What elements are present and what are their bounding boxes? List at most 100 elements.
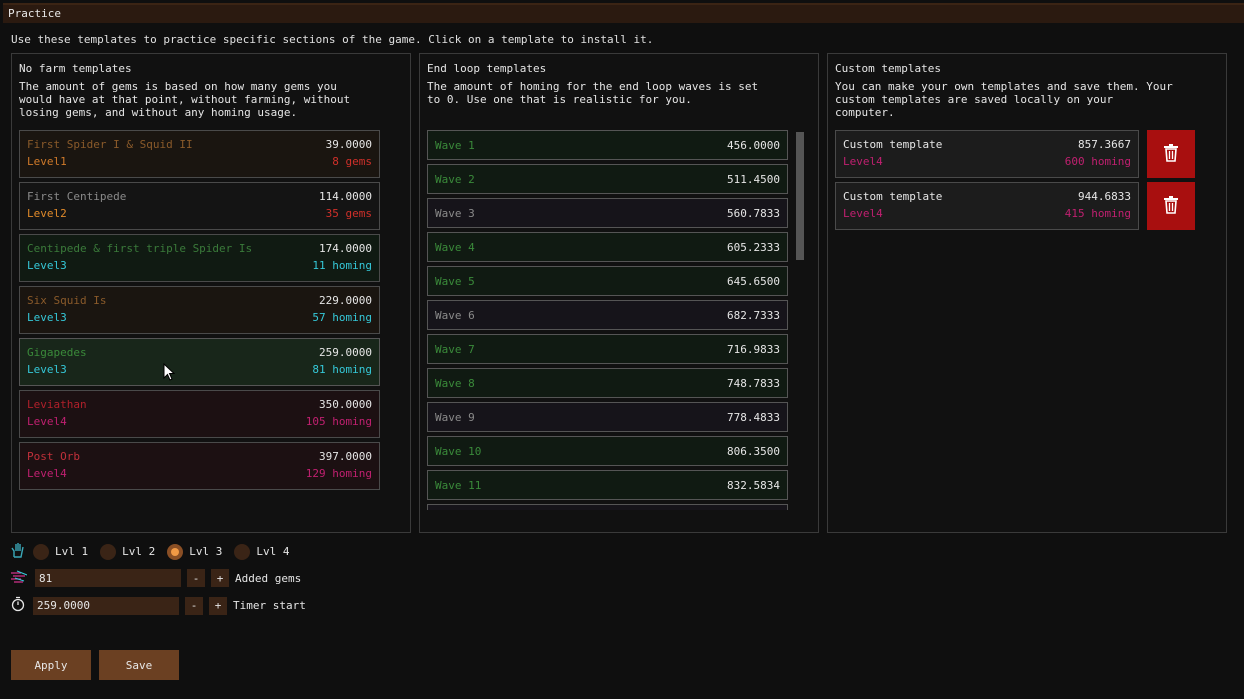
wave-list: Wave 1 456.0000 Wave 2 511.4500 Wave 3 560.78…: [420, 54, 820, 510]
wave-timer-value: 645.6500: [727, 275, 780, 288]
template-name: Post Orb: [27, 450, 80, 463]
timer-start-input[interactable]: [33, 596, 179, 615]
wave-timer-value: 560.7833: [727, 207, 780, 220]
wave-name: Wave 1: [435, 139, 475, 152]
template-resource: 81 homing: [312, 363, 372, 376]
wave-name: Wave 9: [435, 411, 475, 424]
wave-template-row[interactable]: Wave 3 560.7833: [427, 198, 788, 228]
custom-template-level: Level4: [843, 155, 883, 168]
custom-template-card[interactable]: Custom template 944.6833 Level4 415 homing: [835, 182, 1139, 230]
template-name: Six Squid Is: [27, 294, 107, 307]
wave-timer-value: 832.5834: [727, 479, 780, 492]
custom-template-level: Level4: [843, 207, 883, 220]
template-timer-value: 114.0000: [319, 190, 372, 203]
wave-template-row[interactable]: Wave 4 605.2333: [427, 232, 788, 262]
level-radio-2[interactable]: [100, 543, 117, 560]
template-name: Centipede & first triple Spider Is: [27, 242, 253, 255]
custom-template-timer-value: 857.3667: [1078, 138, 1131, 151]
wave-name: Wave 5: [435, 275, 475, 288]
hand-icon: [11, 542, 25, 561]
template-card[interactable]: First Centipede 114.0000 Level2 35 gems: [19, 182, 380, 230]
wave-name: Wave 6: [435, 309, 475, 322]
wave-timer-value: 806.3500: [727, 445, 780, 458]
apply-button[interactable]: Apply: [11, 650, 91, 680]
wave-template-row[interactable]: Wave 1 456.0000: [427, 130, 788, 160]
wave-scrollbar-thumb[interactable]: [796, 132, 804, 260]
template-timer-value: 397.0000: [319, 450, 372, 463]
template-resource: 129 homing: [305, 467, 372, 480]
wave-timer-value: 605.2333: [727, 241, 780, 254]
level-radio-3[interactable]: [167, 543, 184, 560]
wave-name: Wave 2: [435, 173, 475, 186]
template-card[interactable]: First Spider I & Squid II 39.0000 Level1 8 …: [19, 130, 380, 178]
template-name: Gigapedes: [27, 346, 87, 359]
wave-template-row[interactable]: Wave 6 682.7333: [427, 300, 788, 330]
wave-template-row[interactable]: [427, 504, 788, 510]
template-card[interactable]: Leviathan 350.0000 Level4 105 homing: [19, 390, 380, 438]
custom-panel: Custom templates You can make your own t…: [827, 53, 1227, 533]
template-timer-value: 174.0000: [319, 242, 372, 255]
wave-template-row[interactable]: Wave 8 748.7833: [427, 368, 788, 398]
delete-custom-template-button[interactable]: [1147, 130, 1195, 178]
template-resource: 105 homing: [305, 415, 372, 428]
template-timer-value: 229.0000: [319, 294, 372, 307]
wave-name: Wave 10: [435, 445, 482, 458]
template-timer-value: 350.0000: [319, 398, 372, 411]
timer-start-minus-button[interactable]: -: [185, 596, 203, 615]
template-level: Level2: [27, 207, 67, 220]
delete-custom-template-button[interactable]: [1147, 182, 1195, 230]
timer-start-plus-button[interactable]: +: [209, 596, 227, 615]
wave-name: Wave 3: [435, 207, 475, 220]
added-gems-minus-button[interactable]: -: [187, 569, 205, 587]
save-button[interactable]: Save: [99, 650, 179, 680]
wave-timer-value: 682.7333: [727, 309, 780, 322]
practice-window: Practice Use these templates to practice…: [3, 3, 1244, 699]
template-timer-value: 39.0000: [325, 138, 372, 151]
trash-icon: [1163, 143, 1179, 165]
level-radio-label-3: Lvl 3: [189, 545, 223, 558]
template-level: Level1: [27, 155, 67, 168]
wave-scrollbar[interactable]: [794, 132, 804, 508]
wave-template-row[interactable]: Wave 11 832.5834: [427, 470, 788, 500]
template-card[interactable]: Centipede & first triple Spider Is 174.00…: [19, 234, 380, 282]
custom-template-card[interactable]: Custom template 857.3667 Level4 600 homing: [835, 130, 1139, 178]
template-card[interactable]: Post Orb 397.0000 Level4 129 homing: [19, 442, 380, 490]
stopwatch-icon: [11, 596, 25, 615]
level-select-row: Lvl 1 Lvl 2 Lvl 3 Lvl 4: [11, 542, 294, 561]
wave-name: Wave 4: [435, 241, 475, 254]
template-name: First Spider I & Squid II: [27, 138, 193, 151]
template-timer-value: 259.0000: [319, 346, 372, 359]
template-level: Level4: [27, 415, 67, 428]
no-farm-title: No farm templates: [19, 62, 132, 75]
custom-template-name: Custom template: [843, 190, 943, 203]
wave-template-row[interactable]: Wave 10 806.3500: [427, 436, 788, 466]
wave-template-row[interactable]: Wave 5 645.6500: [427, 266, 788, 296]
level-radio-4[interactable]: [234, 543, 251, 560]
added-gems-input[interactable]: [35, 569, 181, 587]
wave-timer-value: 511.4500: [727, 173, 780, 186]
no-farm-panel: No farm templates The amount of gems is …: [11, 53, 411, 533]
custom-template-name: Custom template: [843, 138, 943, 151]
wave-template-row[interactable]: Wave 7 716.9833: [427, 334, 788, 364]
template-name: First Centipede: [27, 190, 127, 203]
template-level: Level3: [27, 311, 67, 324]
end-loop-panel: End loop templates The amount of homing …: [419, 53, 819, 533]
mouse-cursor-icon: [163, 362, 176, 384]
template-card[interactable]: Six Squid Is 229.0000 Level3 57 homing: [19, 286, 380, 334]
wave-timer-value: 456.0000: [727, 139, 780, 152]
custom-template-homing: 415 homing: [1064, 207, 1131, 220]
template-level: Level3: [27, 363, 67, 376]
added-gems-plus-button[interactable]: +: [211, 569, 229, 587]
no-farm-desc: The amount of gems is based on how many …: [19, 80, 351, 119]
wave-template-row[interactable]: Wave 2 511.4500: [427, 164, 788, 194]
level-radio-label-2: Lvl 2: [122, 545, 156, 558]
wave-template-row[interactable]: Wave 9 778.4833: [427, 402, 788, 432]
level-radio-1[interactable]: [33, 543, 49, 560]
template-card[interactable]: Gigapedes 259.0000 Level3 81 homing: [19, 338, 380, 386]
template-resource: 11 homing: [312, 259, 372, 272]
wave-timer-value: 716.9833: [727, 343, 780, 356]
timer-start-label: Timer start: [233, 599, 306, 612]
level-radio-label-4: Lvl 4: [256, 545, 290, 558]
template-level: Level3: [27, 259, 67, 272]
added-gems-label: Added gems: [235, 571, 302, 585]
